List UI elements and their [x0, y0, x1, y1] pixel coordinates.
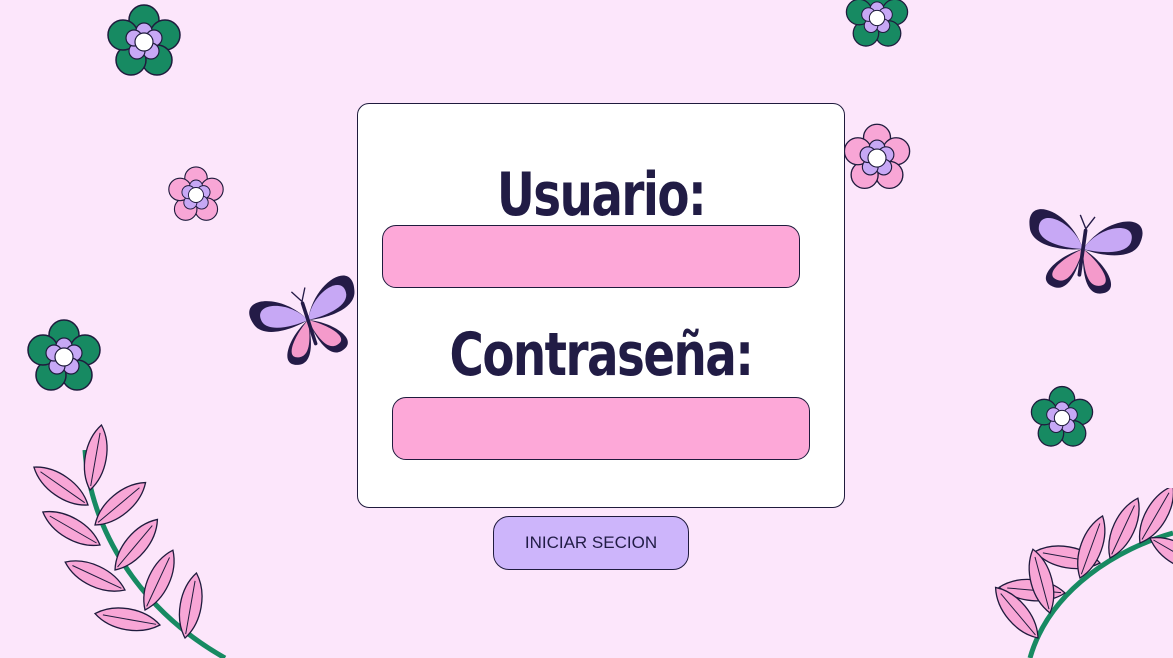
- login-card: Usuario: Contraseña:: [357, 103, 845, 508]
- green-flower-icon: [1030, 385, 1094, 447]
- login-button[interactable]: INICIAR SECION: [493, 516, 689, 570]
- password-input[interactable]: [392, 397, 810, 460]
- pink-flower-icon: [168, 166, 224, 221]
- leaf-branch-icon: [990, 488, 1173, 658]
- butterfly-icon: [246, 271, 370, 376]
- username-input[interactable]: [382, 225, 800, 288]
- leaf-branch-icon: [30, 422, 227, 658]
- username-label: Usuario:: [496, 160, 707, 230]
- pink-flower-icon: [843, 123, 911, 190]
- butterfly-icon: [1020, 206, 1145, 300]
- green-flower-icon: [27, 319, 101, 391]
- green-flower-icon: [107, 4, 181, 76]
- password-label: Contraseña:: [449, 320, 754, 390]
- green-flower-icon: [845, 0, 909, 47]
